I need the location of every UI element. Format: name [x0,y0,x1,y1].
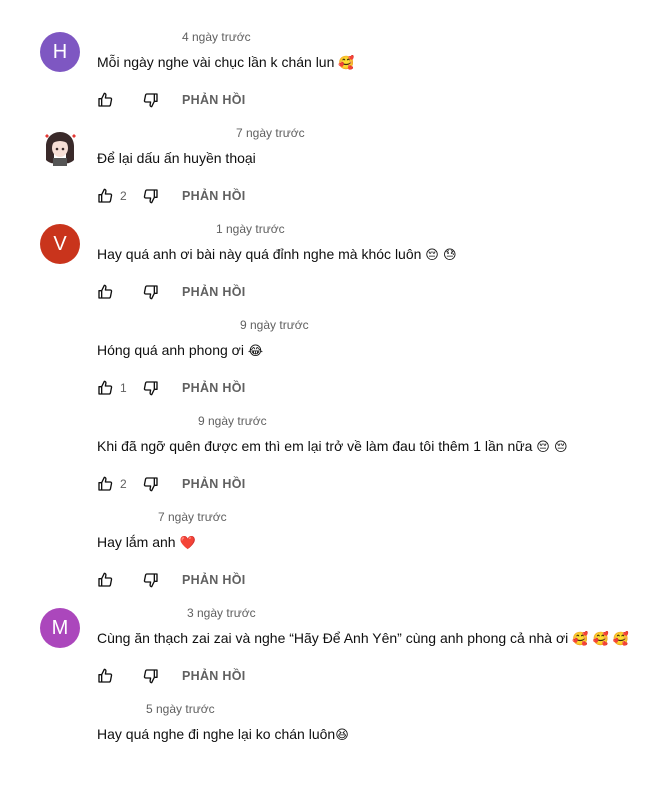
comment-item: 7 ngày trước Hay lắm anh ❤️ PHẢN HỒI [0,502,670,598]
comment-timestamp[interactable]: 7 ngày trước [236,126,305,140]
comment-actions: PHẢN HỒI [96,568,246,592]
comment-meta: 9 ngày trước [234,318,309,332]
anime-girl-avatar-icon [45,132,76,166]
avatar[interactable] [40,512,80,552]
reply-button[interactable]: PHẢN HỒI [182,669,246,683]
like-icon[interactable] [96,475,114,493]
reply-button[interactable]: PHẢN HỒI [182,477,246,491]
comment-text: Hay quá nghe đi nghe lại ko chán luôn😆 [97,726,349,743]
comment-actions: 1 PHẢN HỒI [96,376,246,400]
like-icon[interactable] [96,379,114,397]
like-count: 2 [120,189,127,203]
dislike-icon[interactable] [142,667,160,685]
reply-button[interactable]: PHẢN HỒI [182,189,246,203]
reply-button[interactable]: PHẢN HỒI [182,285,246,299]
comment-item: 9 ngày trước Hóng quá anh phong ơi 😂 1 P… [0,310,670,406]
comment-emoji: 😔 😓 [425,248,457,263]
comment-item: M 3 ngày trước Cùng ăn thạch zai zai và … [0,598,670,694]
like-count: 2 [120,477,127,491]
comment-text: Để lại dấu ấn huyền thoại [97,150,256,166]
comment-emoji: 😔 😔 [536,440,568,455]
like-icon[interactable] [96,283,114,301]
dislike-icon[interactable] [142,187,160,205]
dislike-icon[interactable] [142,475,160,493]
comment-meta: 5 ngày trước [140,702,215,716]
comment-item: 7 ngày trước Để lại dấu ấn huyền thoại 2… [0,118,670,214]
comment-meta: 9 ngày trước [192,414,267,428]
dislike-icon[interactable] [142,379,160,397]
comment-actions: 2 PHẢN HỒI [96,472,246,496]
comment-emoji: 😆 [335,728,349,743]
avatar[interactable] [40,416,80,456]
avatar[interactable]: M [40,608,80,648]
comment-timestamp[interactable]: 1 ngày trước [216,222,285,236]
comment-text: Mỗi ngày nghe vài chục lần k chán lun 🥰 [97,54,355,71]
comment-emoji: 🥰 [338,56,355,71]
comment-actions: 2 PHẢN HỒI [96,184,246,208]
comment-meta: 4 ngày trước [176,30,251,44]
dislike-icon[interactable] [142,283,160,301]
comment-text: Hay lắm anh ❤️ [97,534,196,551]
comment-meta: 7 ngày trước [152,510,227,524]
comment-meta: 7 ngày trước [230,126,305,140]
avatar[interactable] [40,128,80,168]
reply-button[interactable]: PHẢN HỒI [182,93,246,107]
avatar[interactable] [40,704,80,744]
comment-item: H 4 ngày trước Mỗi ngày nghe vài chục lầ… [0,22,670,118]
dislike-icon[interactable] [142,91,160,109]
comment-timestamp[interactable]: 3 ngày trước [187,606,256,620]
comment-emoji: 😂 [247,344,264,359]
comment-meta: 3 ngày trước [181,606,256,620]
reply-button[interactable]: PHẢN HỒI [182,573,246,587]
avatar[interactable] [40,320,80,360]
comment-text: Hóng quá anh phong ơi 😂 [97,342,264,359]
like-icon[interactable] [96,91,114,109]
comment-text: Hay quá anh ơi bài này quá đỉnh nghe mà … [97,246,457,263]
comment-emoji: ❤️ [179,536,196,551]
like-icon[interactable] [96,571,114,589]
comment-text: Khi đã ngỡ quên được em thì em lại trở v… [97,438,568,455]
comment-text: Cùng ăn thạch zai zai và nghe “Hãy Để An… [97,630,629,647]
like-icon[interactable] [96,667,114,685]
avatar[interactable]: H [40,32,80,72]
comment-actions: PHẢN HỒI [96,664,246,688]
comment-timestamp[interactable]: 7 ngày trước [158,510,227,524]
comment-timestamp[interactable]: 5 ngày trước [146,702,215,716]
comment-meta: 1 ngày trước [210,222,285,236]
reply-button[interactable]: PHẢN HỒI [182,381,246,395]
comment-actions: PHẢN HỒI [96,88,246,112]
comment-timestamp[interactable]: 9 ngày trước [240,318,309,332]
comment-timestamp[interactable]: 9 ngày trước [198,414,267,428]
like-count: 1 [120,381,127,395]
comment-emoji: 🥰 🥰 🥰 [572,632,629,647]
avatar[interactable]: V [40,224,80,264]
comment-item: 9 ngày trước Khi đã ngỡ quên được em thì… [0,406,670,502]
like-icon[interactable] [96,187,114,205]
dislike-icon[interactable] [142,571,160,589]
comment-timestamp[interactable]: 4 ngày trước [182,30,251,44]
comment-actions: PHẢN HỒI [96,280,246,304]
comment-item: 5 ngày trước Hay quá nghe đi nghe lại ko… [0,694,670,790]
comment-item: V 1 ngày trước Hay quá anh ơi bài này qu… [0,214,670,310]
